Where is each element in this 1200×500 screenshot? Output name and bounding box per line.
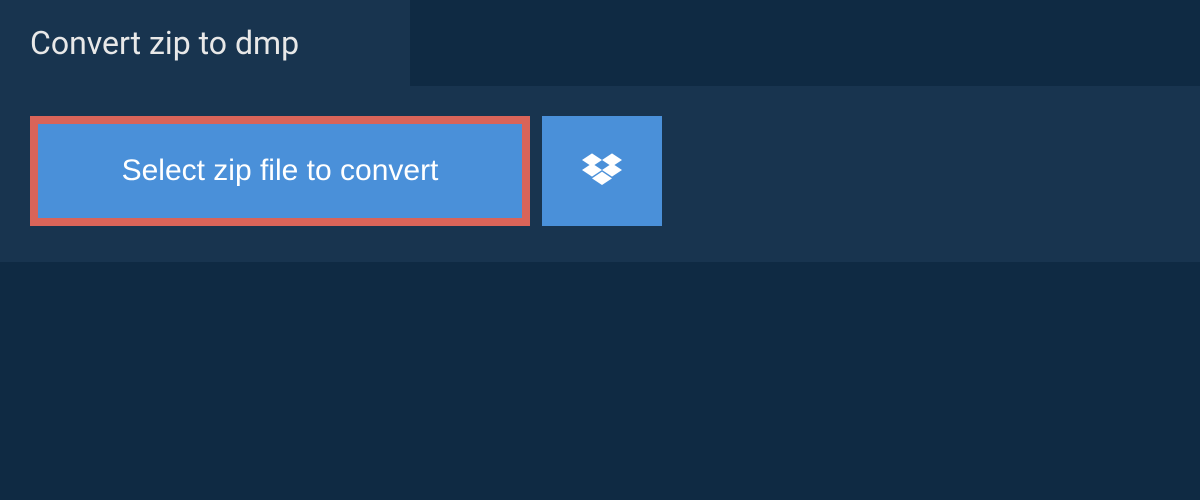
button-row: Select zip file to convert — [30, 116, 1170, 226]
dropbox-button[interactable] — [542, 116, 662, 226]
upload-panel: Select zip file to convert — [0, 86, 1200, 262]
page-title: Convert zip to dmp — [30, 24, 370, 62]
page-header-tab: Convert zip to dmp — [0, 0, 410, 86]
dropbox-icon — [582, 150, 622, 193]
select-file-label: Select zip file to convert — [122, 154, 439, 188]
select-file-button[interactable]: Select zip file to convert — [30, 116, 530, 226]
